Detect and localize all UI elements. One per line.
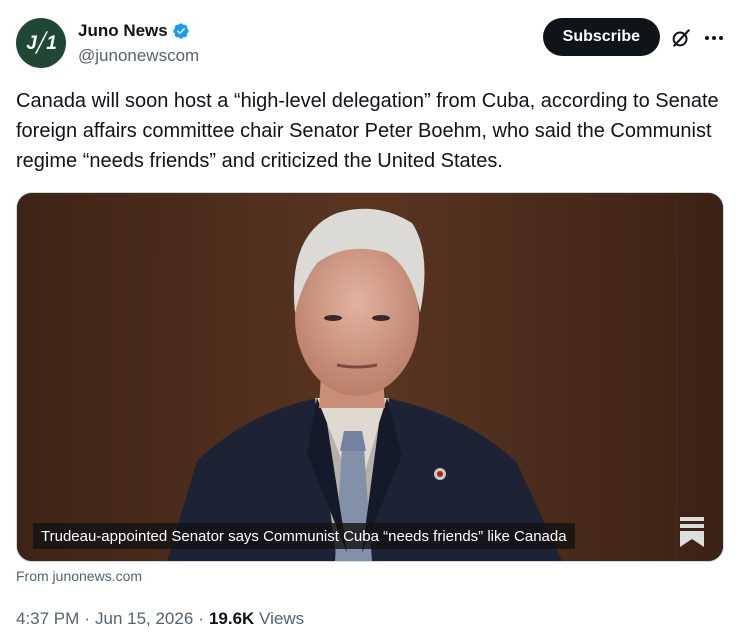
media-caption: Trudeau-appointed Senator says Communist…	[33, 523, 575, 549]
meta-separator: ·	[84, 609, 90, 628]
views-count: 19.6K	[208, 609, 255, 628]
author-names: Juno News @junonewscom	[78, 20, 199, 66]
grok-icon[interactable]	[670, 27, 692, 49]
tweet-time[interactable]: 4:37 PM	[16, 609, 79, 629]
tweet-date[interactable]: Jun 15, 2026	[95, 609, 193, 629]
avatar-logo-text: J╱1	[26, 32, 57, 54]
tweet-text: Canada will soon host a “high-level dele…	[16, 90, 719, 172]
author-handle[interactable]: @junonewscom	[78, 46, 199, 66]
verified-badge-icon	[173, 23, 189, 39]
more-options-icon[interactable]	[702, 27, 726, 49]
media-card[interactable]: Trudeau-appointed Senator says Communist…	[16, 192, 724, 562]
display-name-row: Juno News	[78, 20, 199, 42]
tweet-meta: 4:37 PM · Jun 15, 2026 · 19.6K Views	[16, 609, 304, 629]
views-label: Views	[259, 609, 305, 628]
display-name[interactable]: Juno News	[78, 21, 168, 41]
tweet-header: J╱1 Juno News @junonewscom Subscribe	[16, 18, 726, 70]
meta-separator: ·	[198, 609, 204, 628]
senator-photo	[17, 193, 723, 561]
subscribe-button[interactable]: Subscribe	[542, 18, 660, 56]
source-link[interactable]: From junonews.com	[16, 568, 142, 584]
bookmark-icon[interactable]	[679, 517, 705, 547]
avatar[interactable]: J╱1	[16, 18, 66, 68]
